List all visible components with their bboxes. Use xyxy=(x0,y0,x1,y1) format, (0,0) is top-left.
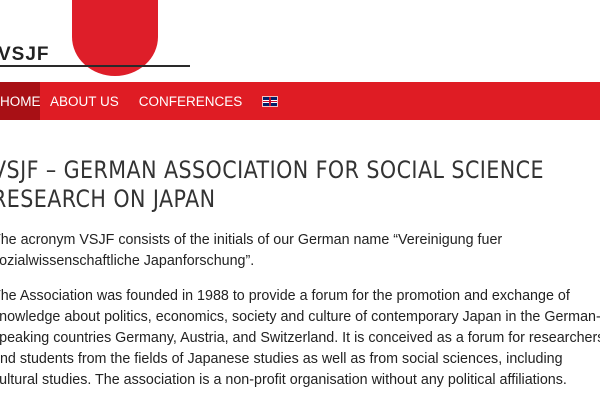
nav-item-conferences[interactable]: CONFERENCES xyxy=(129,82,253,120)
intro-paragraph: The acronym VSJF consists of the initial… xyxy=(0,232,503,269)
nav-item-language-english[interactable] xyxy=(252,82,288,120)
page-title-line-1: VSJF – GERMAN ASSOCIATION FOR SOCIAL SCI… xyxy=(0,156,544,184)
site-header: VSJF xyxy=(0,0,600,82)
about-paragraph: The Association was founded in 1988 to p… xyxy=(0,288,600,388)
nav-item-about-us[interactable]: ABOUT US xyxy=(40,82,129,120)
page-title-line-2: RESEARCH ON JAPAN xyxy=(0,185,216,213)
uk-flag-icon xyxy=(262,95,279,107)
site-logo-text[interactable]: VSJF xyxy=(0,44,50,66)
page-title: VSJF – GERMAN ASSOCIATION FOR SOCIAL SCI… xyxy=(0,156,594,214)
main-navigation: HOME ABOUT US CONFERENCES xyxy=(0,82,600,120)
nav-item-home[interactable]: HOME xyxy=(0,82,41,120)
main-content: VSJF – GERMAN ASSOCIATION FOR SOCIAL SCI… xyxy=(0,156,600,388)
